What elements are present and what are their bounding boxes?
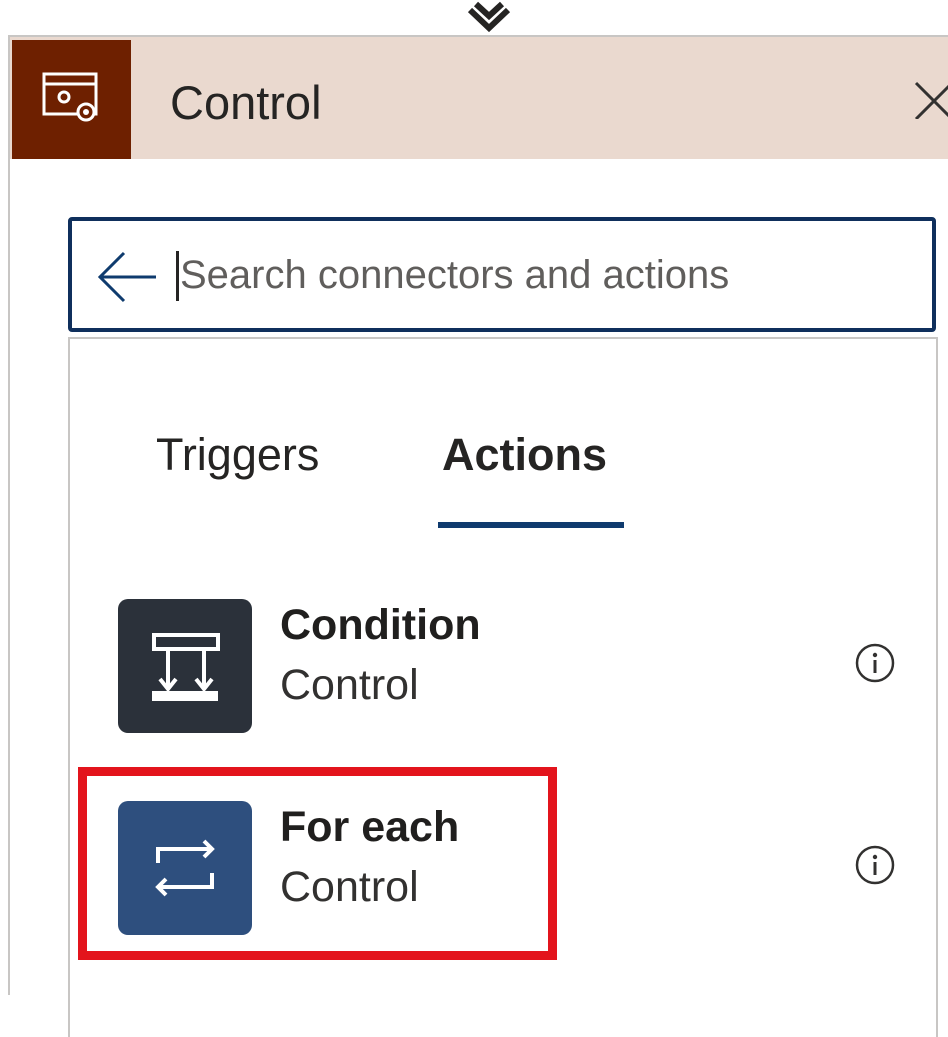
panel-header: Control <box>10 37 948 159</box>
tab-triggers[interactable]: Triggers <box>156 427 319 483</box>
connector-arrow-icon <box>467 1 511 33</box>
search-input[interactable] <box>180 245 900 305</box>
close-icon[interactable] <box>912 79 948 119</box>
search-box[interactable] <box>68 217 936 332</box>
action-subtitle: Control <box>280 661 419 709</box>
tab-selected-indicator <box>438 522 624 528</box>
info-icon[interactable] <box>854 844 896 886</box>
panel-title: Control <box>170 76 322 129</box>
action-item-condition[interactable]: Condition Control <box>78 589 928 739</box>
condition-icon <box>118 599 252 733</box>
control-gear-icon <box>12 40 131 159</box>
info-icon[interactable] <box>854 642 896 684</box>
tab-actions[interactable]: Actions <box>442 427 607 483</box>
action-title: Condition <box>280 601 481 649</box>
text-caret <box>176 251 179 301</box>
highlight-box <box>78 767 557 960</box>
back-arrow-icon[interactable] <box>96 251 158 303</box>
